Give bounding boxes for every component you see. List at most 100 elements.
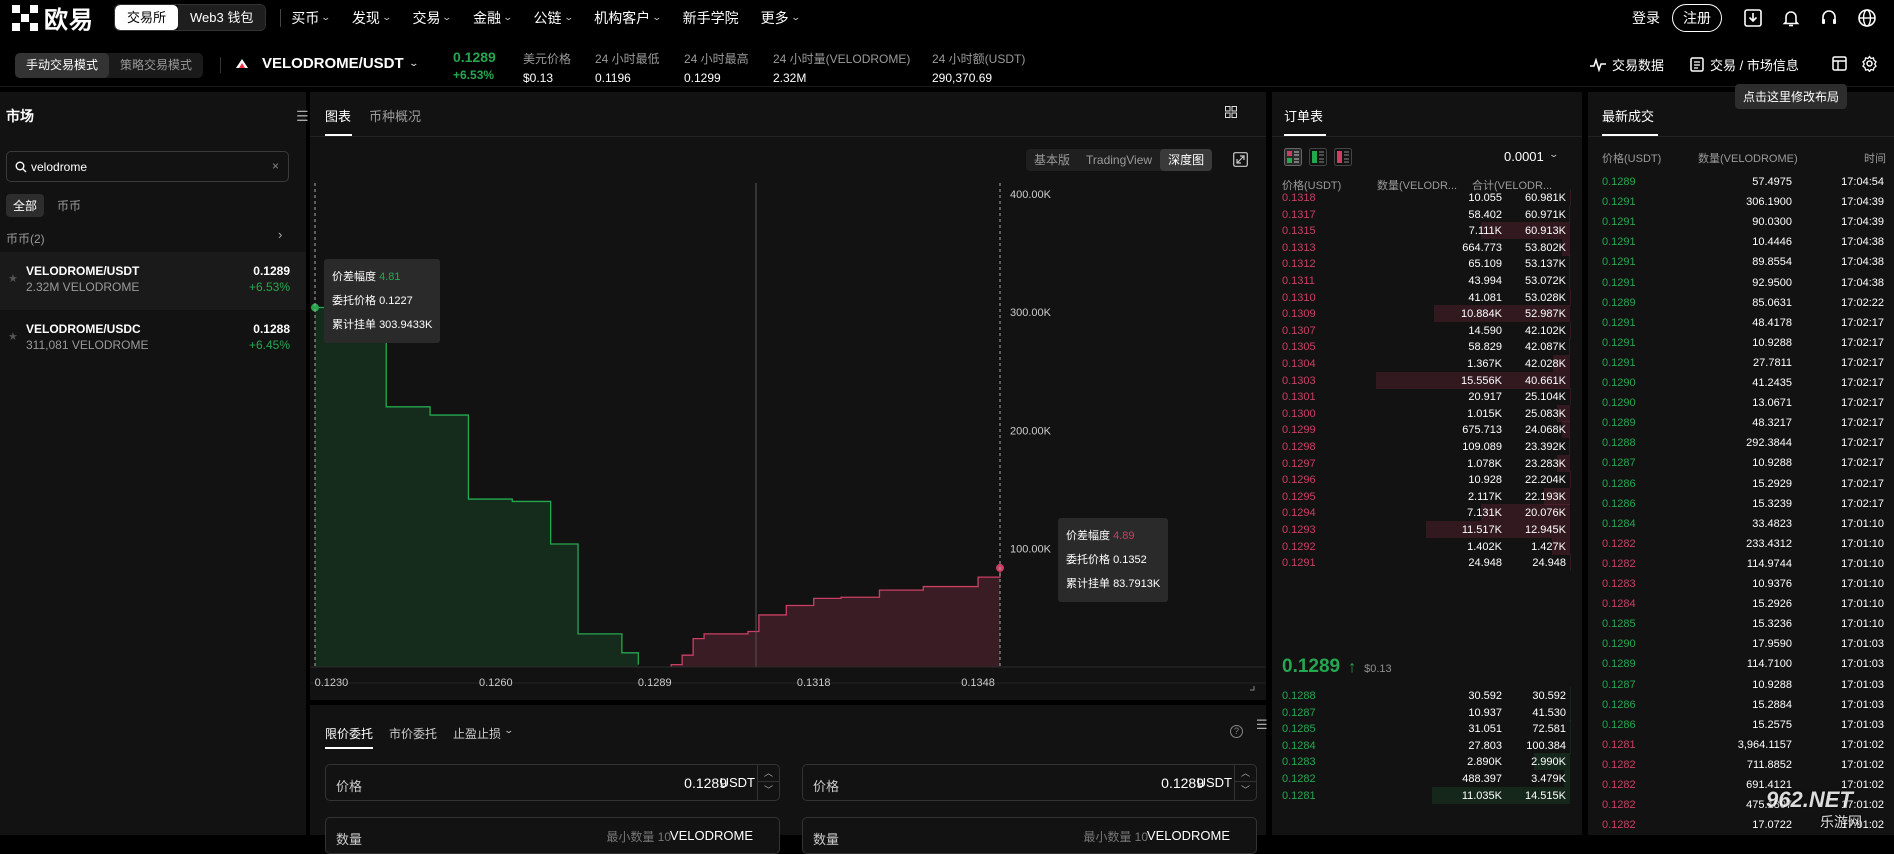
bid-row[interactable]: 0.128830.59230.592 [1272,686,1570,703]
menu-icon[interactable]: ☰ [1256,717,1268,733]
ask-row[interactable]: 0.130120.91725.104K [1272,387,1570,404]
ask-row[interactable]: 0.13157.111K60.913K [1272,221,1570,238]
nav-discover[interactable]: 发现⌄ [352,8,391,28]
market-search-input[interactable]: velodrome × [6,151,289,182]
trade-amount: 711.8852 [1696,759,1792,771]
ask-row[interactable]: 0.131758.40260.971K [1272,205,1570,222]
brand-logo[interactable]: 欧易 [12,0,94,35]
ask-row[interactable]: 0.129610.92822.204K [1272,470,1570,487]
ask-row[interactable]: 0.12921.402K1.427K [1272,537,1570,554]
ask-row[interactable]: 0.129311.517K12.945K [1272,520,1570,537]
grid-layout-icon[interactable] [1225,106,1237,121]
download-icon[interactable] [1742,7,1764,29]
ask-row[interactable]: 0.130910.884K52.987K [1272,304,1570,321]
buy-price-input[interactable]: 价格 0.1289 USDT ︿ ﹀ [325,764,780,801]
nav-chain[interactable]: 公链⌄ [534,8,573,28]
ask-row[interactable]: 0.130558.82942.087K [1272,337,1570,354]
settings-gear-icon[interactable] [1861,55,1878,75]
stepper-down-icon[interactable]: ﹀ [1235,782,1256,799]
market-row[interactable]: ★ VELODROME/USDT 2.32M VELODROME 0.1289 … [0,252,306,310]
ask-row[interactable]: 0.129124.94824.948 [1272,553,1570,570]
depth-chart[interactable]: 0.12300.12600.12890.13180.1348100.00K200… [310,178,1266,700]
divider [1588,136,1894,137]
support-headset-icon[interactable] [1818,7,1840,29]
filter-all[interactable]: 全部 [6,194,44,217]
web3-wallet-tab[interactable]: Web3 钱包 [178,5,265,30]
help-icon[interactable]: ? [1230,725,1243,738]
star-icon[interactable]: ★ [8,272,18,285]
buy-quantity-input[interactable]: 数量 最小数量 10 VELODROME [325,817,780,854]
tab-limit-order[interactable]: 限价委托 [325,725,373,742]
ask-row[interactable]: 0.1298109.08923.392K [1272,437,1570,454]
notification-bell-icon[interactable] [1780,7,1802,29]
nav-trade[interactable]: 交易⌄ [412,8,451,28]
nav-academy[interactable]: 新手学院 [683,8,739,28]
strategy-mode-tab[interactable]: 策略交易模式 [109,53,203,78]
menu-icon[interactable]: ☰ [296,108,309,125]
star-icon[interactable]: ★ [8,330,18,343]
ask-row[interactable]: 0.12952.117K22.193K [1272,487,1570,504]
tab-coin-overview[interactable]: 币种概况 [369,106,421,125]
tab-market-order[interactable]: 市价委托 [389,725,437,742]
price-stepper[interactable]: ︿ ﹀ [757,765,779,800]
mode-tradingview[interactable]: TradingView [1078,149,1160,171]
view-both-icon[interactable] [1284,148,1302,169]
exchange-tab[interactable]: 交易所 [115,5,178,30]
mode-depth[interactable]: 深度图 [1160,149,1212,171]
ask-row[interactable]: 0.13001.015K25.083K [1272,404,1570,421]
nav-label: 公链 [534,8,562,28]
sell-quantity-input[interactable]: 数量 最小数量 10 VELODROME [802,817,1257,854]
filter-spot[interactable]: 币币 [50,194,88,217]
view-bids-icon[interactable] [1309,148,1327,169]
sell-price-input[interactable]: 价格 0.1289 USDT ︿ ﹀ [802,764,1257,801]
login-button[interactable]: 登录 [1632,8,1660,28]
ask-row[interactable]: 0.1299675.71324.068K [1272,420,1570,437]
bid-row[interactable]: 0.1282488.3973.479K [1272,769,1570,786]
ask-row[interactable]: 0.12971.078K23.283K [1272,454,1570,471]
ask-row[interactable]: 0.12947.131K20.076K [1272,503,1570,520]
col-amount: 数量(VELODROME) [1698,150,1798,166]
pair-selector[interactable]: VELODROME/USDT⌄ [262,55,417,72]
nav-more[interactable]: 更多⌄ [761,8,800,28]
ask-row[interactable]: 0.131810.05560.981K [1272,188,1570,205]
ask-row[interactable]: 0.131041.08153.028K [1272,288,1570,305]
ask-row[interactable]: 0.131265.10953.137K [1272,254,1570,271]
stepper-up-icon[interactable]: ︿ [758,765,779,782]
register-button[interactable]: 注册 [1672,4,1722,32]
chevron-right-icon[interactable]: › [278,227,282,242]
globe-language-icon[interactable] [1856,7,1878,29]
stepper-up-icon[interactable]: ︿ [1235,765,1256,782]
tab-tp-sl[interactable]: 止盈止损⌄ [453,725,513,742]
market-info-button[interactable]: 交易 / 市场信息 [1690,55,1799,74]
ask-row[interactable]: 0.13041.367K42.028K [1272,354,1570,371]
nav-finance[interactable]: 金融⌄ [473,8,512,28]
clear-icon[interactable]: × [272,159,279,173]
mode-basic[interactable]: 基本版 [1026,149,1078,171]
trading-data-button[interactable]: 交易数据 [1590,55,1664,74]
ask-amount: 65.109 [1402,258,1502,270]
fullscreen-icon[interactable] [1233,152,1248,170]
view-asks-icon[interactable] [1334,148,1352,169]
stepper-down-icon[interactable]: ﹀ [758,782,779,799]
ask-row[interactable]: 0.1313664.77353.802K [1272,238,1570,255]
layout-icon[interactable] [1832,56,1847,74]
market-row[interactable]: ★ VELODROME/USDC 311,081 VELODROME 0.128… [0,310,306,368]
ask-price: 0.1313 [1282,242,1316,254]
precision-select[interactable]: 0.0001⌄ [1504,149,1557,164]
bid-row[interactable]: 0.12832.890K2.990K [1272,752,1570,769]
okx-logo-icon [12,5,38,31]
price-stepper[interactable]: ︿ ﹀ [1234,765,1256,800]
ask-row[interactable]: 0.130714.59042.102K [1272,321,1570,338]
bid-row[interactable]: 0.128531.05172.581 [1272,719,1570,736]
bid-row[interactable]: 0.128111.035K14.515K [1272,786,1570,803]
depth-bar [1569,272,1570,289]
ask-row[interactable]: 0.130315.556K40.661K [1272,371,1570,388]
group-label: 币币(2) [6,230,45,247]
bid-row[interactable]: 0.128710.93741.530 [1272,703,1570,720]
manual-mode-tab[interactable]: 手动交易模式 [15,53,109,78]
bid-row[interactable]: 0.128427.803100.384 [1272,736,1570,753]
nav-buy-crypto[interactable]: 买币⌄ [291,8,330,28]
tab-chart[interactable]: 图表 [325,106,351,125]
nav-institutional[interactable]: 机构客户⌄ [594,8,661,28]
ask-row[interactable]: 0.131143.99453.072K [1272,271,1570,288]
